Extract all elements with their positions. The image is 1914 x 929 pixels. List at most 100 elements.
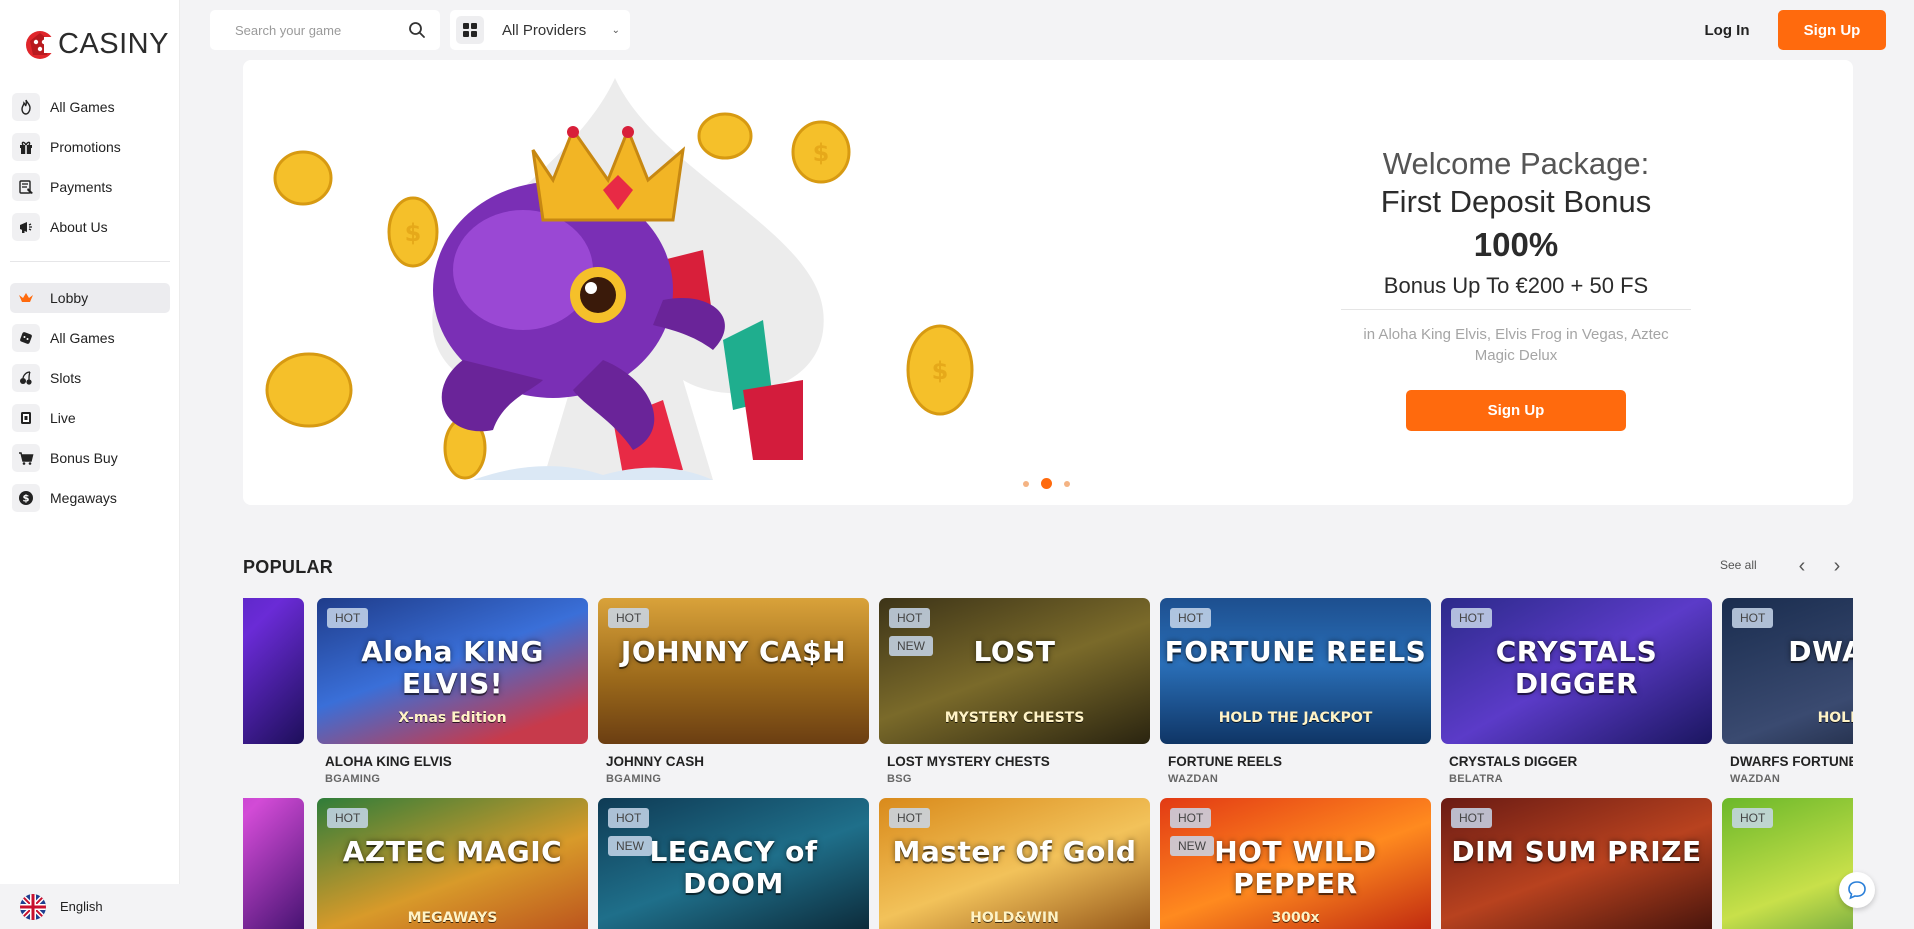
providers-dropdown[interactable]: All Providers ⌄ bbox=[450, 10, 630, 50]
grid-icon bbox=[456, 16, 484, 44]
game-art-title: Master Of Gold bbox=[892, 835, 1137, 868]
game-title[interactable]: DWARFS FORTUNE bbox=[1722, 754, 1853, 769]
game-thumbnail[interactable]: ION bbox=[243, 798, 304, 929]
game-art-subtitle: X-mas Edition bbox=[398, 710, 507, 726]
new-badge: NEW bbox=[1170, 836, 1214, 856]
game-thumbnail[interactable]: JOHNNY CA$H HOT bbox=[598, 598, 869, 744]
carousel-dot[interactable] bbox=[1023, 480, 1029, 487]
chevron-left-icon[interactable]: ‹ bbox=[1790, 552, 1814, 580]
nav-label: Live bbox=[50, 410, 76, 426]
game-art-title: CRYSTALS DIGGER bbox=[1495, 635, 1658, 700]
game-thumbnail[interactable]: DWARFS HOLD THE HOT bbox=[1722, 598, 1853, 744]
game-card[interactable]: JOHNNY CA$H HOT JOHNNY CASH BGAMING bbox=[598, 598, 869, 785]
category-item-lobby[interactable]: Lobby bbox=[10, 283, 170, 313]
game-thumbnail[interactable]: CRYSTALS DIGGER HOT bbox=[1441, 598, 1712, 744]
sidebar-item-all-games[interactable]: All Games bbox=[10, 92, 170, 122]
chevron-right-icon[interactable]: › bbox=[1825, 552, 1849, 580]
game-thumbnail[interactable]: LOST MYSTERY CHESTS HOT NEW bbox=[879, 598, 1150, 744]
game-thumbnail[interactable]: GHT WIN bbox=[243, 598, 304, 744]
game-card[interactable]: LOST MYSTERY CHESTS HOT NEW LOST MYSTERY CHE… bbox=[879, 598, 1150, 785]
octopus-king-illustration: $ $ $ bbox=[265, 78, 974, 480]
game-art-subtitle: HOLD THE JACKPOT bbox=[1218, 710, 1373, 726]
game-card[interactable]: GHT WIN bbox=[243, 598, 304, 744]
search-box bbox=[210, 10, 440, 50]
promo-line1: Welcome Package: bbox=[1382, 146, 1650, 181]
category-item-live[interactable]: Live bbox=[10, 403, 170, 433]
logo-text: CASINY bbox=[58, 28, 169, 60]
game-card[interactable]: HOT bbox=[1722, 798, 1853, 929]
nav-label: All Games bbox=[50, 99, 115, 115]
category-item-bonus-buy[interactable]: Bonus Buy bbox=[10, 443, 170, 473]
promo-percent: 100% bbox=[1473, 226, 1559, 263]
nav-label: Slots bbox=[50, 370, 82, 386]
fire-icon bbox=[12, 93, 40, 121]
coin-icon: $ bbox=[12, 484, 40, 512]
game-title[interactable]: ALOHA KING ELVIS bbox=[317, 754, 588, 769]
game-provider: BELATRA bbox=[1449, 773, 1503, 785]
hot-badge: HOT bbox=[889, 808, 931, 828]
signup-button[interactable]: Sign Up bbox=[1778, 10, 1886, 50]
game-thumbnail[interactable]: HOT WILD PEPPER 3000x HOT NEW bbox=[1160, 798, 1431, 929]
game-card[interactable]: LEGACY of DOOM HOT NEW bbox=[598, 798, 869, 929]
category-item-slots[interactable]: Slots bbox=[10, 363, 170, 393]
game-art-title: DWARFS bbox=[1788, 635, 1853, 668]
game-card[interactable]: ION bbox=[243, 798, 304, 929]
sidebar-item-payments[interactable]: Payments bbox=[10, 172, 170, 202]
game-art-title: Aloha KING ELVIS! bbox=[361, 635, 544, 700]
cherry-icon bbox=[12, 364, 40, 392]
game-thumbnail[interactable]: Master Of Gold HOLD&WIN HOT bbox=[879, 798, 1150, 929]
game-card[interactable]: Master Of Gold HOLD&WIN HOT bbox=[879, 798, 1150, 929]
search-input[interactable] bbox=[235, 22, 405, 38]
game-thumbnail[interactable]: Aloha KING ELVIS! X-mas Edition HOT bbox=[317, 598, 588, 744]
game-title[interactable]: CRYSTALS DIGGER bbox=[1441, 754, 1712, 769]
hot-badge: HOT bbox=[1451, 808, 1493, 828]
game-title[interactable]: LOST MYSTERY CHESTS bbox=[879, 754, 1150, 769]
game-card[interactable]: DWARFS HOLD THE HOT DWARFS FORTUNE WAZDAN bbox=[1722, 598, 1853, 785]
sidebar-item-promotions[interactable]: Promotions bbox=[10, 132, 170, 162]
card-icon bbox=[12, 404, 40, 432]
see-all-link[interactable]: See all bbox=[1720, 558, 1757, 572]
carousel-dot[interactable] bbox=[1041, 478, 1052, 489]
game-thumbnail[interactable]: HOT bbox=[1722, 798, 1853, 929]
game-art-subtitle: HOLD THE bbox=[1817, 710, 1853, 726]
game-card[interactable]: HOT WILD PEPPER 3000x HOT NEW bbox=[1160, 798, 1431, 929]
svg-text:$: $ bbox=[813, 139, 830, 167]
game-art-subtitle: MYSTERY CHESTS bbox=[944, 710, 1085, 726]
game-card[interactable]: CRYSTALS DIGGER HOT CRYSTALS DIGGER BELATRA bbox=[1441, 598, 1712, 785]
category-nav: Lobby All Games Slots Live Bonus Buy $ Megaway… bbox=[10, 283, 170, 523]
game-thumbnail[interactable]: FORTUNE REELS HOLD THE JACKPOT HOT bbox=[1160, 598, 1431, 744]
game-card[interactable]: FORTUNE REELS HOLD THE JACKPOT HOT FORTUNE … bbox=[1160, 598, 1431, 785]
game-card[interactable]: DIM SUM PRIZE HOT bbox=[1441, 798, 1712, 929]
game-card[interactable]: Aloha KING ELVIS! X-mas Edition HOT ALOHA K… bbox=[317, 598, 588, 785]
category-item-megaways[interactable]: $ Megaways bbox=[10, 483, 170, 513]
game-title[interactable]: FORTUNE REELS bbox=[1160, 754, 1431, 769]
game-thumbnail[interactable]: LEGACY of DOOM HOT NEW bbox=[598, 798, 869, 929]
carousel-dots bbox=[1023, 478, 1070, 489]
sidebar-item-about-us[interactable]: About Us bbox=[10, 212, 170, 242]
promo-text: Welcome Package: First Deposit Bonus 100… bbox=[1341, 145, 1691, 431]
banner-signup-button[interactable]: Sign Up bbox=[1406, 390, 1626, 431]
uk-flag-icon bbox=[20, 893, 46, 920]
promo-bonus: Bonus Up To €200 + 50 FS bbox=[1341, 271, 1691, 310]
game-title[interactable]: JOHNNY CASH bbox=[598, 754, 869, 769]
hot-badge: HOT bbox=[327, 608, 369, 628]
language-selector[interactable]: English bbox=[0, 884, 180, 929]
game-art-title: JOHNNY CA$H bbox=[620, 635, 847, 668]
nav-label: Promotions bbox=[50, 139, 121, 155]
game-art-title: ION bbox=[243, 836, 304, 868]
hot-badge: HOT bbox=[608, 808, 650, 828]
carousel-dot[interactable] bbox=[1064, 480, 1070, 487]
dice-icon bbox=[12, 324, 40, 352]
game-card[interactable]: AZTEC MAGIC MEGAWAYS HOT bbox=[317, 798, 588, 929]
game-thumbnail[interactable]: AZTEC MAGIC MEGAWAYS HOT bbox=[317, 798, 588, 929]
chat-icon[interactable] bbox=[1839, 872, 1875, 908]
nav-label: Bonus Buy bbox=[50, 450, 118, 466]
category-item-all-games[interactable]: All Games bbox=[10, 323, 170, 353]
promo-line2: First Deposit Bonus bbox=[1380, 184, 1652, 219]
game-art-subtitle: MEGAWAYS bbox=[407, 910, 498, 926]
game-art-title: FORTUNE REELS bbox=[1164, 635, 1427, 668]
game-thumbnail[interactable]: DIM SUM PRIZE HOT bbox=[1441, 798, 1712, 929]
logo[interactable]: CASINY bbox=[24, 28, 169, 61]
search-icon[interactable] bbox=[408, 21, 426, 39]
login-button[interactable]: Log In bbox=[1690, 10, 1764, 50]
